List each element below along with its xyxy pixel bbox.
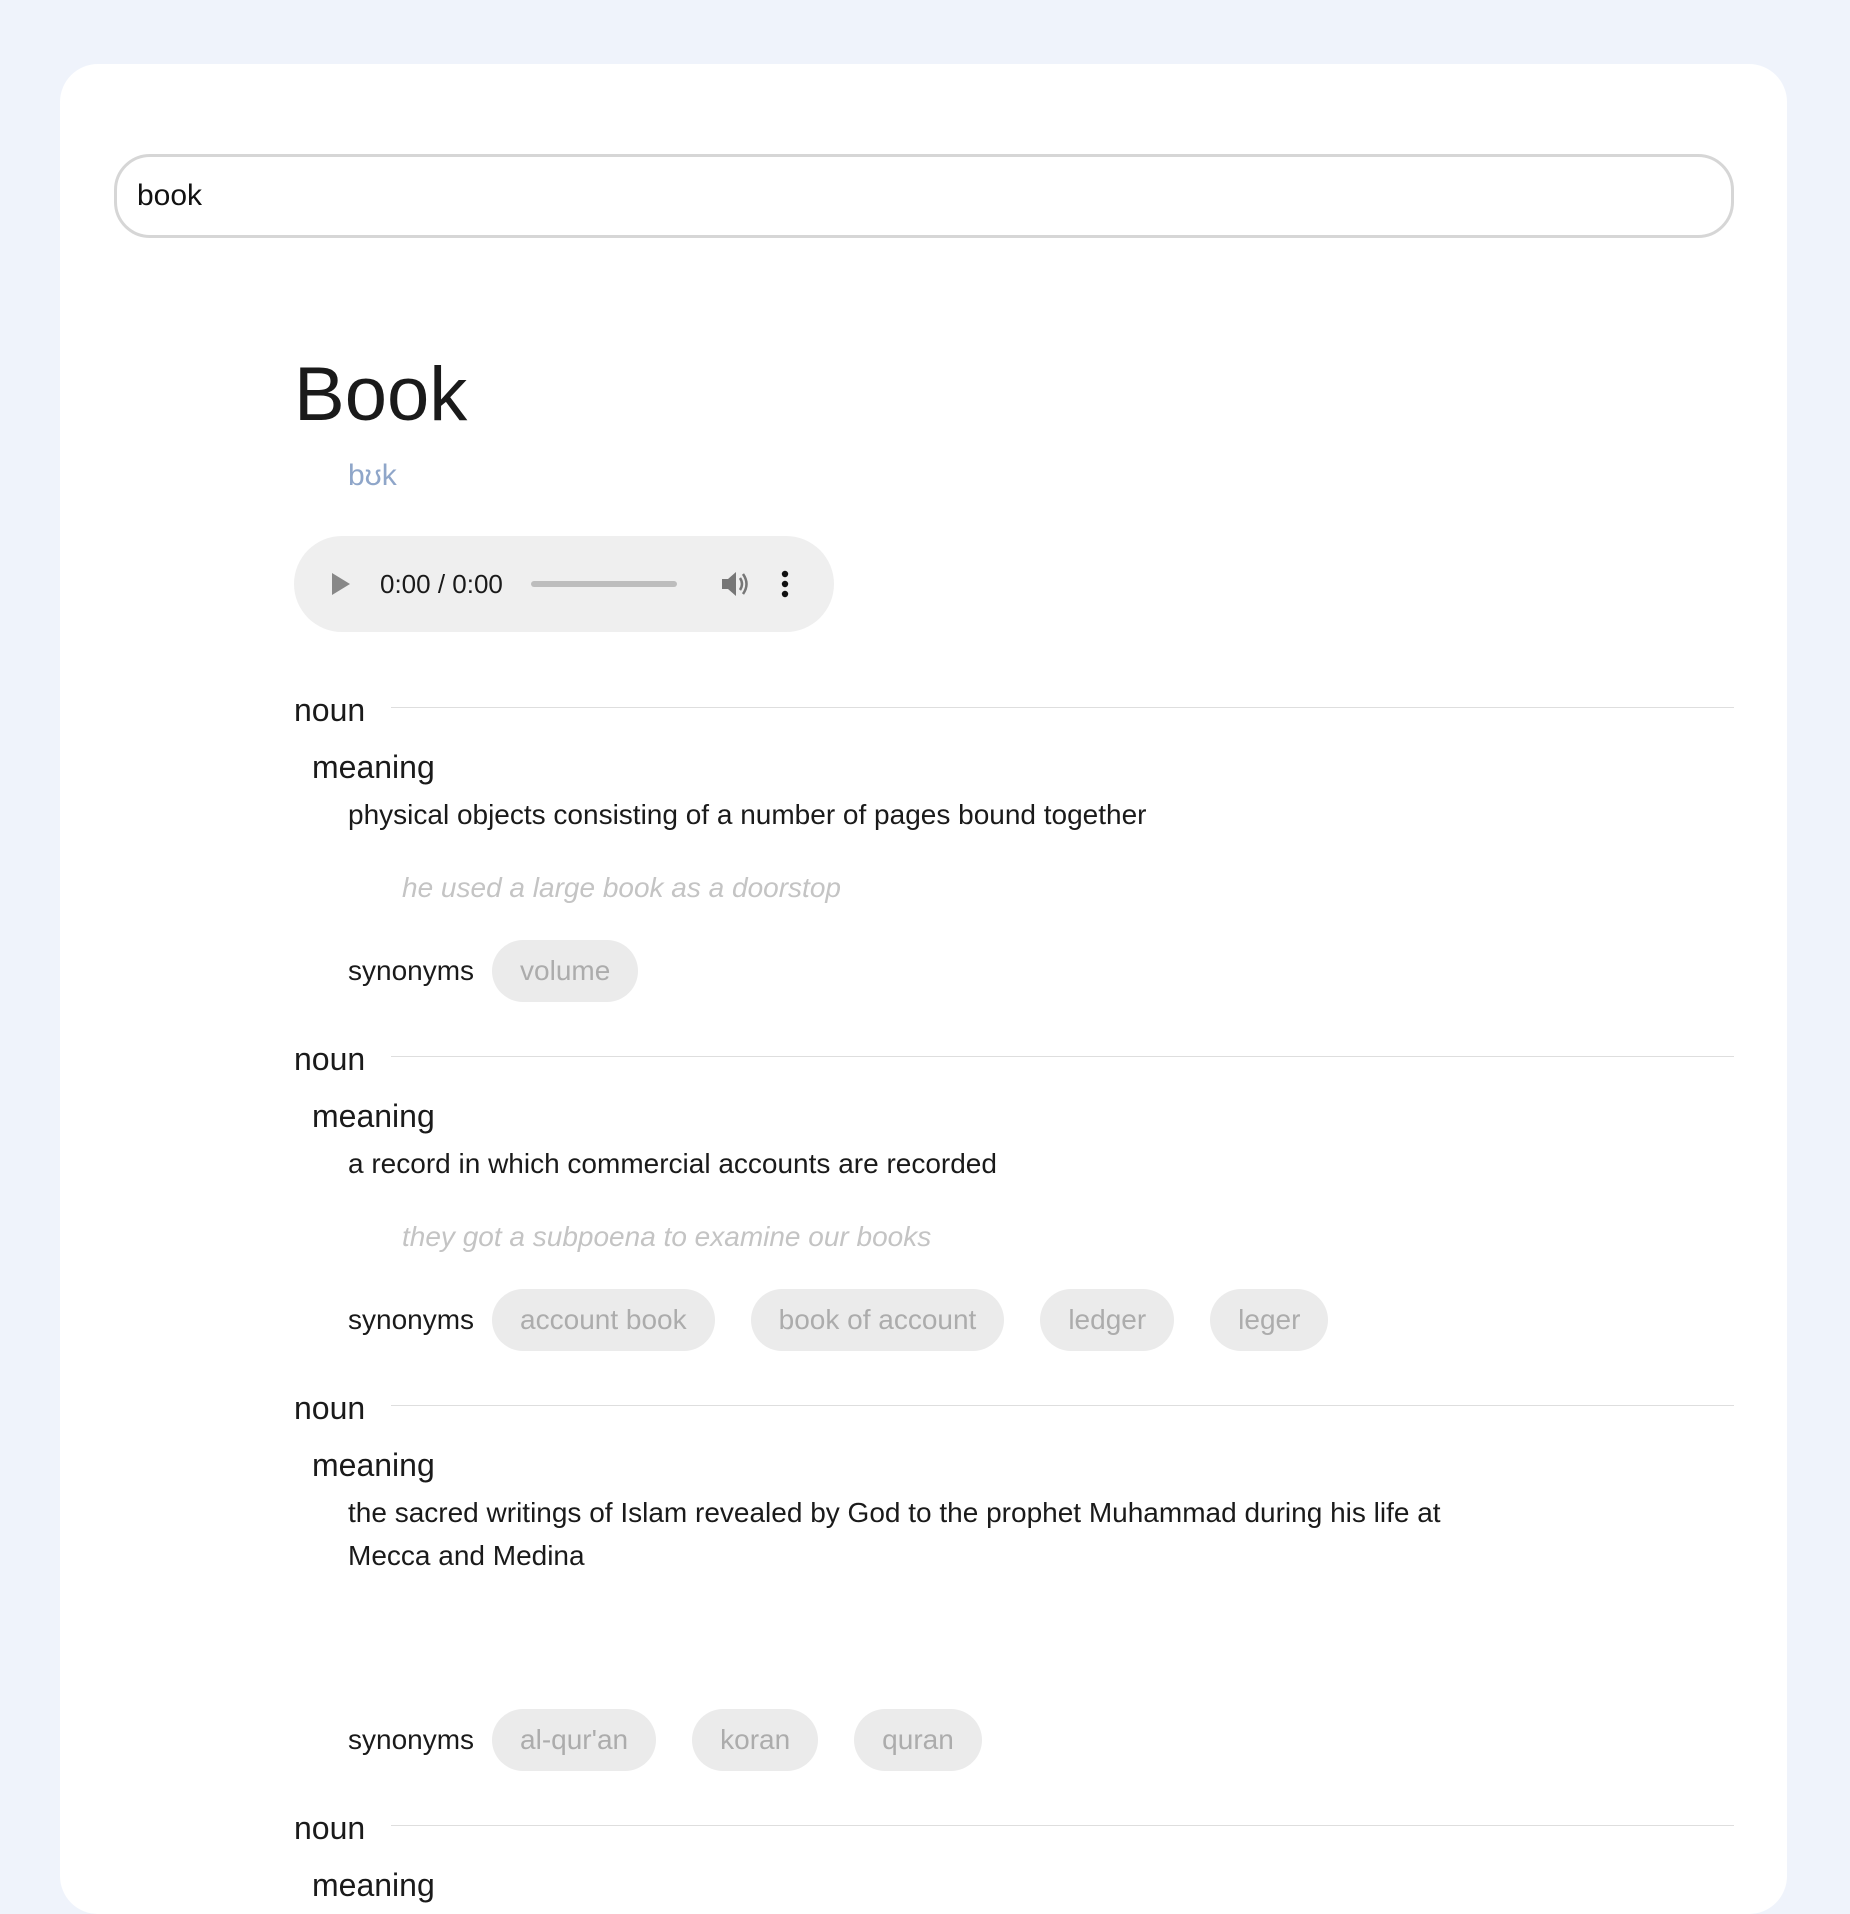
part-of-speech: noun <box>294 1385 1734 1431</box>
synonym-chip[interactable]: leger <box>1210 1289 1329 1351</box>
play-icon[interactable] <box>332 573 350 595</box>
synonym-chip[interactable]: book of account <box>750 1289 1005 1351</box>
sense-block: noun meaning the sacred writings of Isla… <box>294 1385 1734 1771</box>
example-text <box>402 1607 1734 1651</box>
entry-word: Book <box>294 352 468 437</box>
part-of-speech: noun <box>294 1036 1734 1082</box>
audio-player[interactable]: 0:00 / 0:00 <box>294 536 834 632</box>
part-of-speech: noun <box>294 1805 1734 1851</box>
definition-text: physical objects consisting of a number … <box>348 799 1147 830</box>
part-of-speech-label: noun <box>294 691 366 728</box>
synonyms-label: synonyms <box>348 1724 475 1755</box>
entry-phonetic: bʊk <box>348 459 397 492</box>
synonyms-label: synonyms <box>348 1304 475 1335</box>
definition-text: a record in which commercial accounts ar… <box>348 1148 997 1179</box>
part-of-speech-label: noun <box>294 1809 366 1846</box>
synonym-chip[interactable]: al-qur'an <box>492 1709 657 1771</box>
part-of-speech: noun <box>294 687 1734 733</box>
divider <box>391 1055 1734 1057</box>
sense-block: noun meaning <box>294 1805 1734 1909</box>
audio-seek-bar[interactable] <box>530 581 677 587</box>
synonyms-row: synonyms account book book of account le… <box>348 1289 1734 1351</box>
synonym-chip[interactable]: ledger <box>1040 1289 1175 1351</box>
synonym-chip[interactable]: koran <box>692 1709 819 1771</box>
divider <box>391 1824 1734 1826</box>
meaning-label: meaning <box>312 1867 435 1903</box>
meaning-label: meaning <box>312 1098 435 1134</box>
sense-block: noun meaning physical objects consisting… <box>294 687 1734 1002</box>
synonym-chip[interactable]: quran <box>854 1709 982 1771</box>
example-text: they got a subpoena to examine our books <box>402 1221 932 1252</box>
divider <box>391 706 1734 708</box>
sense-block: noun meaning a record in which commercia… <box>294 1036 1734 1351</box>
volume-icon[interactable] <box>719 569 751 599</box>
search-input[interactable] <box>114 154 1734 238</box>
example-text: he used a large book as a doorstop <box>402 872 841 903</box>
synonyms-row: synonyms al-qur'an koran quran <box>348 1709 1734 1771</box>
definition-text: the sacred writings of Islam revealed by… <box>348 1497 1441 1571</box>
more-options-icon[interactable] <box>781 569 789 599</box>
synonyms-label: synonyms <box>348 955 475 986</box>
synonym-chip[interactable]: account book <box>492 1289 715 1351</box>
audio-time: 0:00 / 0:00 <box>380 568 503 599</box>
meaning-label: meaning <box>312 749 435 785</box>
part-of-speech-label: noun <box>294 1040 366 1077</box>
part-of-speech-label: noun <box>294 1389 366 1426</box>
synonyms-row: synonyms volume <box>348 940 1734 1002</box>
synonym-chip[interactable]: volume <box>492 940 639 1002</box>
meaning-label: meaning <box>312 1447 435 1483</box>
entry-content: Book bʊk 0:00 / 0:00 noun meaning physic… <box>294 340 1734 1909</box>
divider <box>391 1404 1734 1406</box>
